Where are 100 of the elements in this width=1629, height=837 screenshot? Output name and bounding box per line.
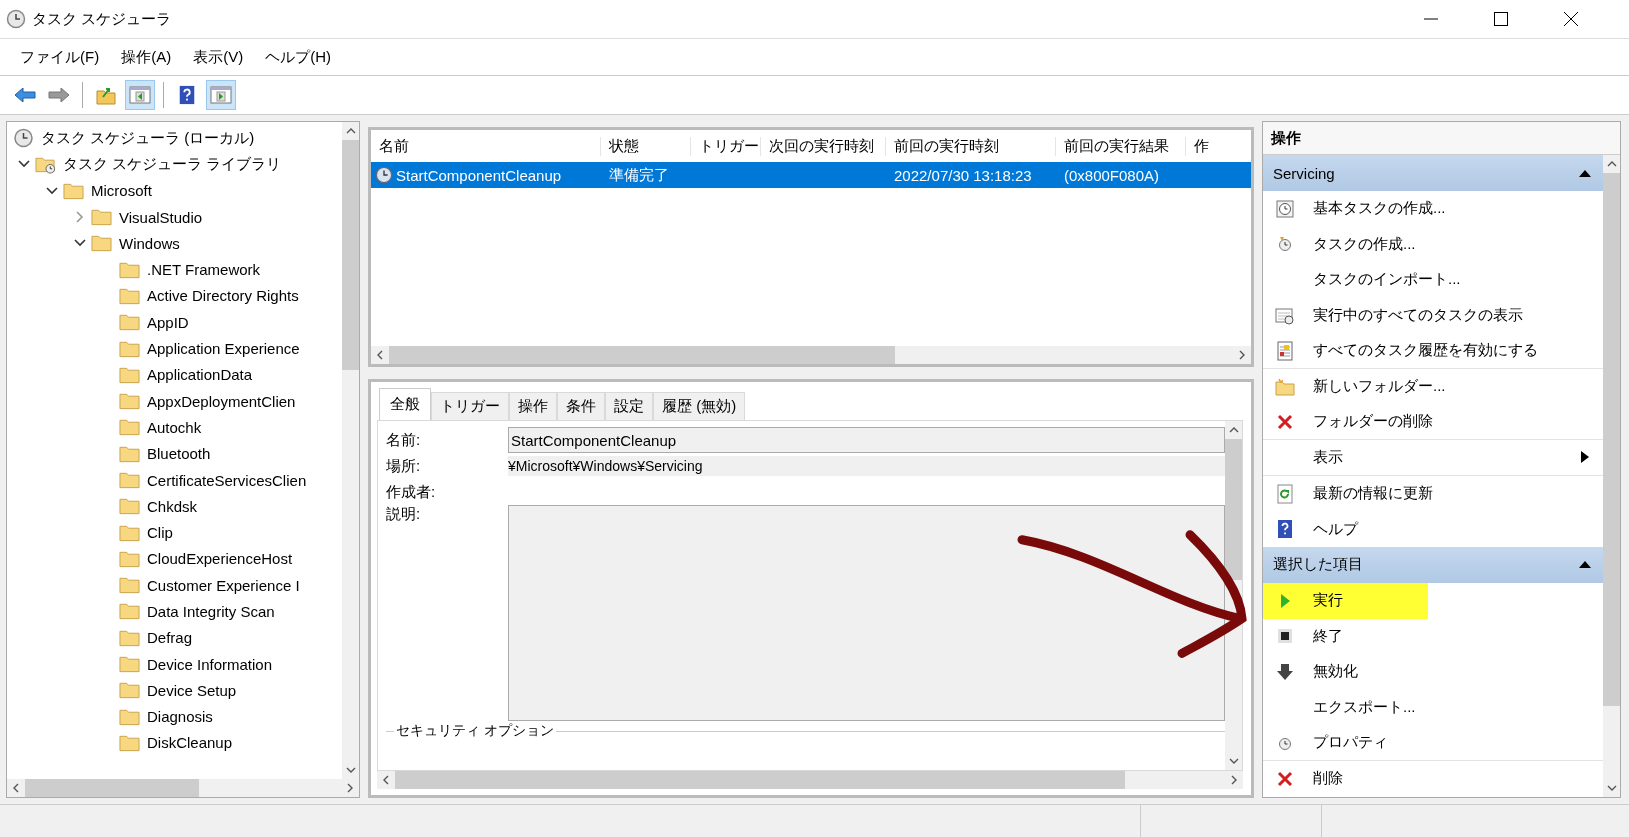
task-row[interactable]: StartComponentCleanup 準備完了 2022/07/30 13:18:23 (0x800F080A): [371, 162, 1251, 188]
scroll-left-icon[interactable]: [13, 783, 19, 793]
horizontal-scrollbar[interactable]: [371, 346, 1251, 364]
tree-item[interactable]: Microsoft: [91, 182, 152, 200]
menu-item[interactable]: 表示(V): [193, 47, 244, 67]
tree-item[interactable]: DiskCleanup: [147, 734, 233, 752]
scroll-right-icon[interactable]: [1231, 775, 1237, 785]
action-row[interactable]: 削除: [1263, 760, 1603, 797]
action-row[interactable]: プロパティ: [1263, 725, 1603, 761]
scroll-right-icon[interactable]: [1239, 350, 1245, 360]
action-row[interactable]: タスクのインポート...: [1263, 262, 1603, 298]
scrollbar-thumb[interactable]: [389, 346, 896, 364]
action-row[interactable]: 実行中のすべてのタスクの表示: [1263, 297, 1603, 334]
tree-item[interactable]: AppxDeploymentClien: [147, 392, 296, 410]
scrollbar-thumb[interactable]: [342, 140, 359, 370]
column-header[interactable]: 状態: [601, 136, 691, 156]
collapse-icon[interactable]: [1579, 561, 1591, 569]
section-title: 選択した項目: [1273, 555, 1363, 575]
tree-item[interactable]: Device Setup: [147, 681, 237, 699]
chevron-right-icon[interactable]: [76, 211, 84, 224]
tree-item[interactable]: Data Integrity Scan: [147, 603, 275, 620]
tab[interactable]: 履歴 (無効): [653, 392, 746, 420]
tree-item[interactable]: AppID: [147, 313, 189, 331]
tree-item[interactable]: Windows: [119, 234, 180, 252]
column-header[interactable]: トリガー: [691, 136, 761, 156]
tree-item[interactable]: Autochk: [147, 418, 202, 436]
horizontal-scrollbar[interactable]: [7, 779, 359, 797]
tab[interactable]: 設定: [605, 392, 653, 420]
action-row[interactable]: 新しいフォルダー...: [1263, 368, 1603, 405]
action-row[interactable]: エクスポート...: [1263, 689, 1603, 726]
tree-item[interactable]: .NET Framework: [147, 261, 261, 279]
action-row[interactable]: すべてのタスク履歴を有効にする: [1263, 333, 1603, 369]
action-row[interactable]: タスクの作成...: [1263, 226, 1603, 263]
menu-item[interactable]: ヘルプ(H): [265, 47, 331, 67]
tree-item[interactable]: Clip: [147, 524, 173, 542]
chevron-down-icon[interactable]: [74, 239, 86, 248]
action-row[interactable]: 表示: [1263, 440, 1603, 476]
scroll-down-icon[interactable]: [1606, 785, 1617, 791]
scroll-up-icon[interactable]: [1606, 161, 1617, 167]
folder-icon: [119, 601, 140, 622]
action-row[interactable]: 終了: [1263, 618, 1603, 655]
scroll-down-icon[interactable]: [1228, 758, 1239, 764]
tree-item[interactable]: Application Experience: [147, 340, 300, 357]
action-row[interactable]: 最新の情報に更新: [1263, 475, 1603, 512]
scroll-down-icon[interactable]: [345, 767, 356, 773]
action-row[interactable]: 基本タスクの作成...: [1263, 191, 1603, 227]
tree-item[interactable]: CertificateServicesClien: [147, 471, 307, 489]
action-label: フォルダーの削除: [1313, 412, 1433, 432]
column-header[interactable]: 作: [1186, 136, 1226, 156]
close-icon[interactable]: [1563, 11, 1579, 27]
column-header[interactable]: 名前: [371, 136, 601, 156]
vertical-scrollbar[interactable]: [342, 122, 359, 779]
tree-item[interactable]: Device Information: [147, 655, 273, 673]
action-row[interactable]: フォルダーの削除: [1263, 404, 1603, 441]
tree-item[interactable]: Diagnosis: [147, 708, 213, 726]
horizontal-scrollbar[interactable]: [377, 771, 1243, 789]
chevron-down-icon[interactable]: [46, 186, 58, 195]
tree-item[interactable]: タスク スケジューラ ライブラリ: [63, 154, 282, 174]
scroll-right-icon[interactable]: [347, 783, 353, 793]
tab[interactable]: 操作: [509, 392, 557, 420]
action-row[interactable]: ヘルプ: [1263, 511, 1603, 547]
name-field[interactable]: StartComponentCleanup: [508, 427, 1225, 453]
menu-item[interactable]: ファイル(F): [20, 47, 100, 67]
scrollbar-thumb[interactable]: [1603, 173, 1620, 707]
scroll-left-icon[interactable]: [377, 350, 383, 360]
scrollbar-thumb[interactable]: [1225, 439, 1242, 580]
column-header[interactable]: 次回の実行時刻: [761, 136, 886, 156]
scroll-up-icon[interactable]: [1228, 427, 1239, 433]
scroll-left-icon[interactable]: [383, 775, 389, 785]
scrollbar-thumb[interactable]: [395, 771, 1126, 789]
tree-item[interactable]: Customer Experience I: [147, 576, 300, 594]
column-header[interactable]: 前回の実行時刻: [886, 136, 1056, 156]
action-label: すべてのタスク履歴を有効にする: [1313, 341, 1538, 361]
section-header[interactable]: 選択した項目: [1263, 546, 1603, 583]
scrollbar-thumb[interactable]: [25, 779, 199, 797]
action-row[interactable]: 実行: [1263, 582, 1603, 619]
action-label: 表示: [1313, 447, 1343, 467]
menu-item[interactable]: 操作(A): [121, 47, 172, 67]
tree-item[interactable]: CloudExperienceHost: [147, 550, 293, 568]
tree-item[interactable]: Active Directory Rights: [147, 287, 299, 305]
tree-item[interactable]: タスク スケジューラ (ローカル): [41, 128, 255, 148]
action-row[interactable]: 無効化: [1263, 654, 1603, 690]
tree-item[interactable]: ApplicationData: [147, 366, 253, 384]
collapse-icon[interactable]: [1579, 169, 1591, 177]
calendar-clock-icon: [1275, 305, 1295, 326]
chevron-down-icon[interactable]: [18, 160, 30, 169]
maximize-icon[interactable]: [1493, 11, 1509, 27]
tab[interactable]: 全般: [379, 388, 431, 420]
tree-item[interactable]: Defrag: [147, 629, 193, 647]
tree-item[interactable]: Chkdsk: [147, 497, 198, 515]
pane-title: 操作: [1263, 122, 1620, 155]
column-header[interactable]: 前回の実行結果: [1056, 136, 1186, 156]
tab[interactable]: 条件: [557, 392, 605, 420]
description-field[interactable]: [508, 505, 1225, 721]
section-header[interactable]: Servicing: [1263, 155, 1603, 191]
tree-item[interactable]: Bluetooth: [147, 445, 211, 463]
tab[interactable]: トリガー: [431, 392, 509, 420]
tree-item[interactable]: VisualStudio: [119, 208, 203, 226]
scroll-up-icon[interactable]: [345, 128, 356, 134]
vertical-scrollbar[interactable]: [1603, 155, 1620, 797]
